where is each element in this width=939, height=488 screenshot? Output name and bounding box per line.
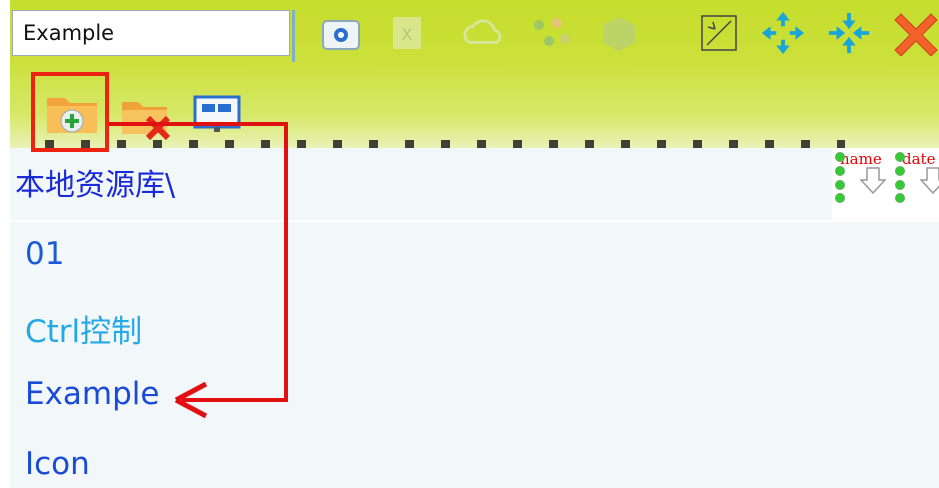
annotation-arrow (109, 122, 288, 419)
